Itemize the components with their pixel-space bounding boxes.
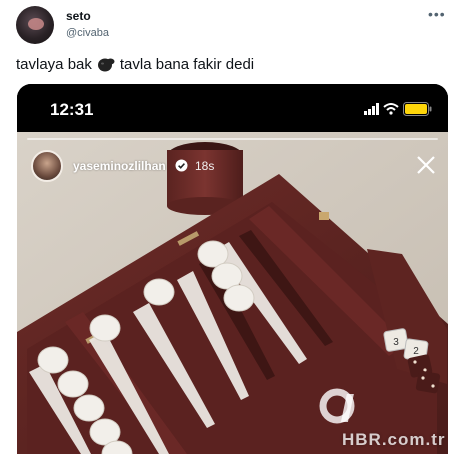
status-bar: 12:31 — [17, 84, 448, 132]
tweet: seto @civaba ••• tavlaya bak tavla bana … — [0, 0, 453, 454]
story-username[interactable]: yaseminozlilhan — [73, 159, 166, 173]
watermark-text: HBR.com.tr — [342, 430, 446, 449]
tweet-text-after: tavla bana fakir dedi — [119, 56, 255, 73]
more-icon[interactable]: ••• — [428, 6, 446, 22]
tweet-text-before: tavlaya bak — [16, 56, 92, 73]
avatar[interactable] — [16, 6, 54, 44]
status-time: 12:31 — [50, 100, 94, 119]
tweet-text: tavlaya bak tavla bana fakir dedi — [16, 56, 254, 73]
story-age: 18s — [195, 159, 215, 173]
smoking-face-emoji-icon — [97, 58, 115, 71]
story-avatar[interactable] — [31, 150, 63, 182]
media-image[interactable]: 3 2 12:31 yaseminozlilhan 18s HBR.com.tr — [17, 84, 448, 454]
display-name[interactable]: seto — [66, 9, 91, 23]
wifi-icon — [383, 103, 399, 115]
battery-icon — [403, 102, 432, 116]
signal-icon — [364, 103, 379, 115]
story-header: yaseminozlilhan 18s — [17, 132, 448, 184]
die-white-2: 2 — [413, 346, 419, 357]
user-handle[interactable]: @civaba — [66, 27, 109, 39]
verified-badge-icon — [175, 159, 188, 172]
close-icon[interactable] — [415, 154, 437, 176]
die-white: 3 — [393, 337, 399, 348]
watermark-logo-icon — [319, 388, 355, 424]
